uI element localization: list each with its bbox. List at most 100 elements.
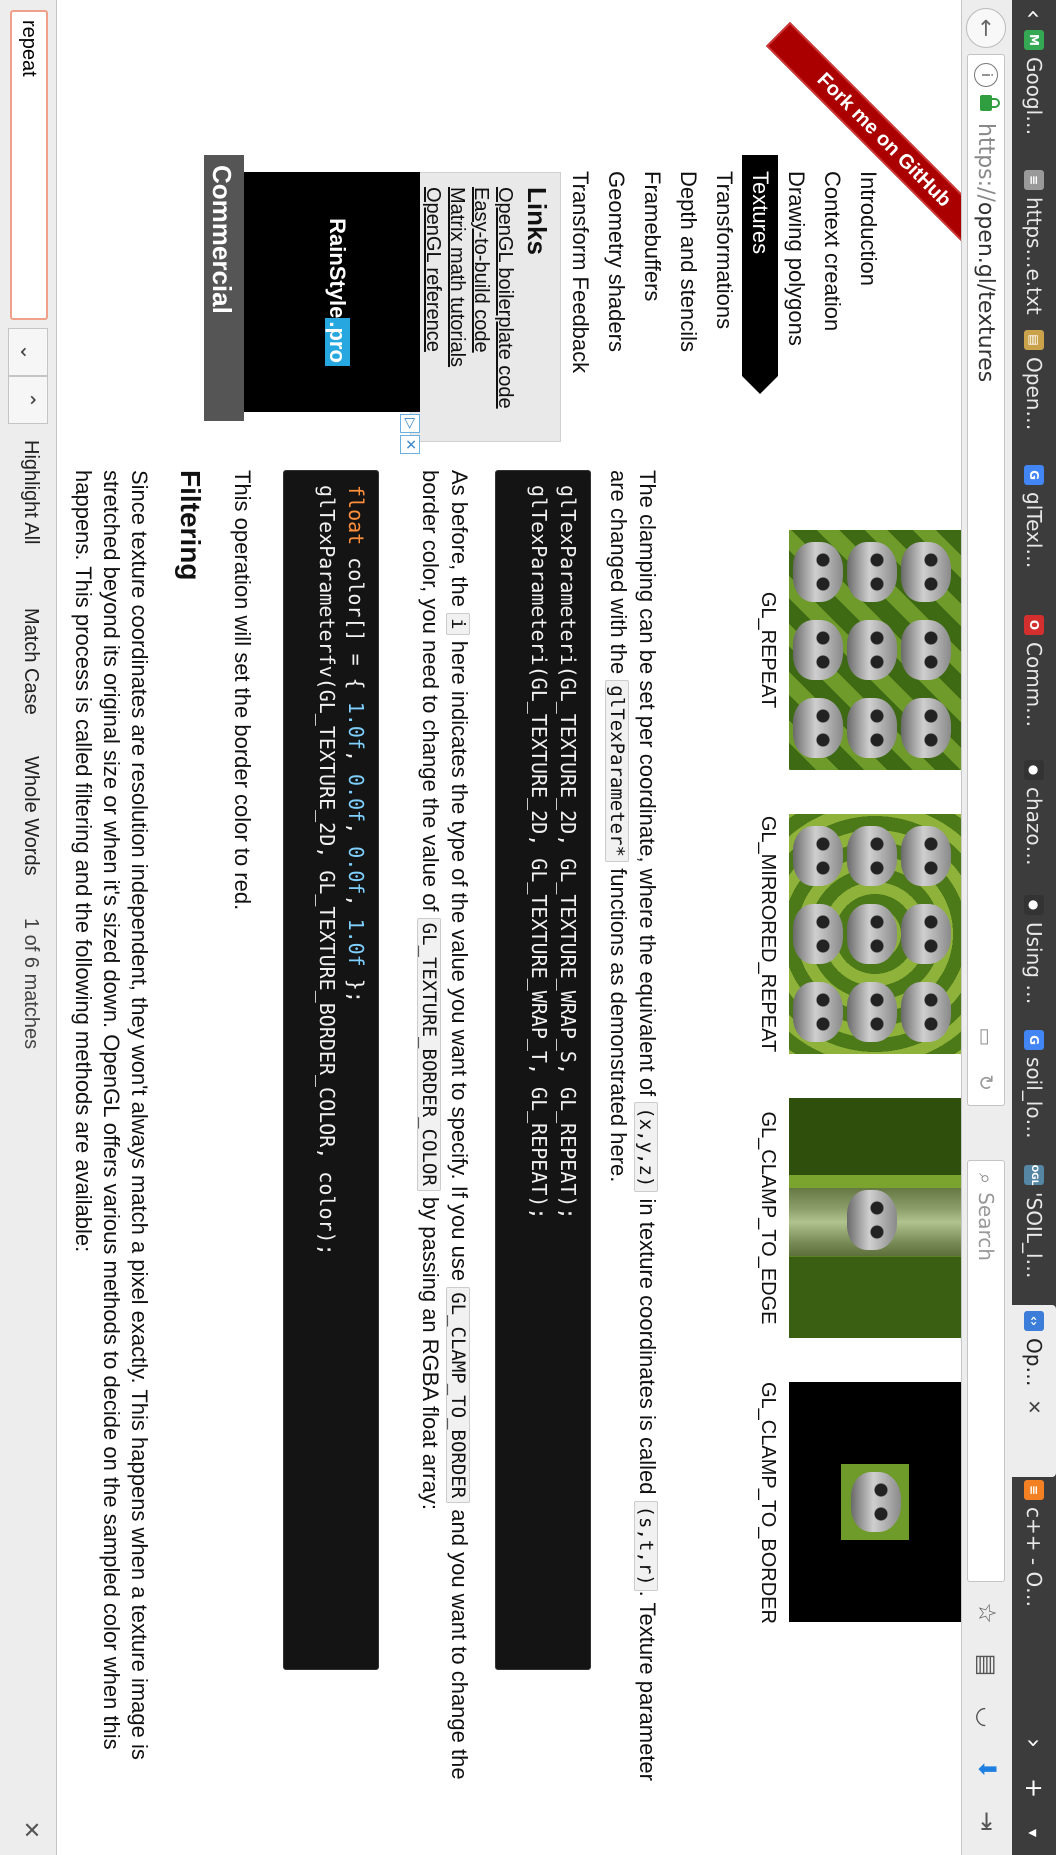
code-line: glTexParameteri(GL_TEXTURE_2D, GL_TEXTUR… bbox=[556, 485, 580, 1220]
sidebar-item-drawing-polygons[interactable]: Drawing polygons bbox=[778, 155, 814, 485]
tab-label: Op… bbox=[1022, 1338, 1046, 1387]
link-easy-to-build[interactable]: Easy-to-build code bbox=[469, 187, 493, 427]
tab-5[interactable]: ● chazo… bbox=[1012, 760, 1056, 880]
document-icon: ≡ bbox=[1024, 170, 1044, 190]
tab-9-active[interactable]: ‹› Op… ✕ bbox=[1012, 1305, 1056, 1477]
google-maps-icon: M bbox=[1024, 30, 1044, 50]
google-icon: G bbox=[1024, 465, 1044, 485]
tab-1[interactable]: ≡ https…e.txt bbox=[1012, 170, 1056, 320]
github-icon: ● bbox=[1024, 895, 1044, 915]
web-page: Fork me on GitHub Introduction Context c… bbox=[57, 0, 961, 1855]
link-matrix-math[interactable]: Matrix math tutorials bbox=[445, 187, 469, 427]
sidebar-item-textures[interactable]: Textures bbox=[742, 155, 778, 376]
reading-list-icon[interactable]: ▤ bbox=[973, 1652, 1001, 1678]
tab-scroll-left-icon[interactable]: ‹ bbox=[1012, 0, 1056, 28]
new-tab-plus-icon[interactable]: + bbox=[1012, 1770, 1056, 1806]
heading-filtering: Filtering bbox=[175, 470, 206, 581]
home-icon[interactable]: ⇥ bbox=[973, 1808, 1001, 1834]
ad-label: RainStyle.pro bbox=[324, 172, 350, 412]
texture-image-mirrored bbox=[789, 814, 961, 1054]
tab-4[interactable]: O Comm… bbox=[1012, 615, 1056, 745]
close-icon[interactable]: ✕ bbox=[1024, 1399, 1045, 1414]
code-line: glTexParameteri(GL_TEXTURE_2D, GL_TEXTUR… bbox=[527, 485, 551, 1220]
bookmark-star-icon[interactable]: ☆ bbox=[973, 1600, 1001, 1626]
tab-0[interactable]: M Googl… bbox=[1012, 30, 1056, 160]
whole-words-checkbox[interactable]: Whole Words bbox=[19, 756, 42, 876]
links-title: Links bbox=[522, 187, 552, 255]
find-next-chevron-down-icon[interactable]: ⌄ bbox=[8, 328, 48, 376]
inline-code-gltexparameter: glTexParameter* bbox=[605, 680, 629, 862]
sidebar-item-introduction[interactable]: Introduction bbox=[850, 155, 886, 485]
paragraph-border-color: As before, the i here indicates the type… bbox=[417, 470, 472, 1780]
match-case-checkbox[interactable]: Match Case bbox=[19, 608, 42, 715]
tab-10[interactable]: ≡ c++ - O… bbox=[1012, 1480, 1056, 1620]
tab-label: soil_lo… bbox=[1022, 1057, 1046, 1139]
github-icon: ● bbox=[1024, 760, 1044, 780]
inline-code-border-color: GL_TEXTURE_BORDER_COLOR bbox=[417, 917, 441, 1191]
close-ad-icon[interactable]: ✕ bbox=[400, 435, 420, 454]
pocket-icon[interactable]: ◡ bbox=[973, 1704, 1001, 1730]
caption-gl-mirrored-repeat: GL_MIRRORED_REPEAT bbox=[757, 815, 779, 1053]
sidebar-item-transformations[interactable]: Transformations bbox=[706, 155, 742, 485]
reload-icon[interactable]: ↻ bbox=[974, 1074, 998, 1091]
inline-code-clamp-to-border: GL_CLAMP_TO_BORDER bbox=[446, 1287, 470, 1504]
sidebar-item-depth-and-stencils[interactable]: Depth and stencils bbox=[670, 155, 706, 485]
url-text: https://open.gl/textures bbox=[973, 123, 999, 383]
tab-3[interactable]: G glTexl… bbox=[1012, 465, 1056, 595]
caption-gl-clamp-to-edge: GL_CLAMP_TO_EDGE bbox=[757, 1111, 779, 1325]
advertisement[interactable]: RainStyle.pro ▷ ✕ bbox=[244, 172, 420, 454]
match-count: 1 of 6 matches bbox=[20, 918, 42, 1050]
download-arrow-icon[interactable]: ⬇ bbox=[973, 1756, 1001, 1782]
back-arrow-icon[interactable]: ← bbox=[966, 8, 1006, 48]
tab-8[interactable]: OGL 'SOIL_l… bbox=[1012, 1165, 1056, 1295]
tab-list-chevron-down-icon[interactable]: ▾ bbox=[1012, 1815, 1056, 1851]
demo-gl-clamp-to-edge: GL_CLAMP_TO_EDGE bbox=[756, 1098, 961, 1338]
tab-label: Using … bbox=[1022, 922, 1046, 1005]
texture-image-clamp-border bbox=[789, 1382, 961, 1622]
adchoices-icon[interactable]: ▷ bbox=[400, 414, 420, 433]
paragraph-filtering: Since texture coordinates are resolution… bbox=[71, 470, 152, 1760]
find-bar: repeat ⌄ ⌃ Highlight All Match Case Whol… bbox=[0, 0, 57, 1855]
demo-gl-repeat: GL_REPEAT bbox=[756, 530, 961, 770]
paragraph-clamping: The clamping can be set per coordinate, … bbox=[605, 470, 660, 1781]
find-previous-chevron-up-icon[interactable]: ⌃ bbox=[8, 376, 48, 424]
navigation-bar: ← i https://open.gl/textures ▭ ↻ ⌕ Searc… bbox=[961, 0, 1012, 1855]
inline-code-i: i bbox=[446, 613, 470, 635]
search-bar[interactable]: ⌕ Search bbox=[967, 1160, 1005, 1582]
lock-icon bbox=[980, 95, 992, 111]
tab-label: Open… bbox=[1022, 357, 1046, 431]
opengl-icon: OGL bbox=[1024, 1165, 1044, 1185]
open-gl-icon: ‹› bbox=[1024, 1311, 1044, 1331]
google-icon: G bbox=[1024, 1030, 1044, 1050]
tab-6[interactable]: ● Using … bbox=[1012, 895, 1056, 1015]
find-input[interactable]: repeat bbox=[10, 10, 48, 320]
code-line: glTexParameterfv(GL_TEXTURE_2D, GL_TEXTU… bbox=[315, 485, 339, 1256]
sidebar-item-context-creation[interactable]: Context creation bbox=[814, 155, 850, 485]
tab-label: https…e.txt bbox=[1022, 197, 1046, 315]
paragraph-border-red: This operation will set the border color… bbox=[230, 470, 255, 911]
sidebar-item-geometry-shaders[interactable]: Geometry shaders bbox=[598, 155, 634, 485]
opera-icon: O bbox=[1024, 615, 1044, 635]
browser-window: ‹ M Googl… ≡ https…e.txt ▤ Open… G glTex… bbox=[0, 0, 1056, 1855]
url-bar[interactable]: i https://open.gl/textures ▭ ↻ bbox=[967, 54, 1005, 1106]
sidebar-item-transform-feedback[interactable]: Transform Feedback bbox=[562, 155, 598, 485]
tab-2[interactable]: ▤ Open… bbox=[1012, 330, 1056, 450]
highlight-all-checkbox[interactable]: Highlight All bbox=[19, 440, 42, 545]
code-block-wrap-params: glTexParameteri(GL_TEXTURE_2D, GL_TEXTUR… bbox=[495, 470, 591, 1670]
reader-view-icon[interactable]: ▭ bbox=[974, 1027, 998, 1046]
link-opengl-reference[interactable]: OpenGL reference bbox=[421, 187, 445, 427]
code-line: float color[] = { 1.0f, 0.0f, 0.0f, 1.0f… bbox=[344, 485, 368, 1003]
link-opengl-boilerplate[interactable]: OpenGL boilerplate code bbox=[493, 187, 517, 427]
wrap-mode-demos: GL_REPEAT GL_MIRRORED_REPEAT GL_CLAMP_TO… bbox=[757, 470, 961, 1800]
tab-scroll-right-icon[interactable]: › bbox=[1012, 1725, 1056, 1761]
close-find-bar-icon[interactable]: ✕ bbox=[18, 1821, 44, 1839]
tab-7[interactable]: G soil_lo… bbox=[1012, 1030, 1056, 1150]
info-icon[interactable]: i bbox=[974, 63, 998, 87]
sidebar-item-framebuffers[interactable]: Framebuffers bbox=[634, 155, 670, 485]
adchoices: ▷ ✕ bbox=[400, 414, 420, 454]
stackoverflow-icon: ≡ bbox=[1024, 1480, 1044, 1500]
caption-gl-repeat: GL_REPEAT bbox=[757, 591, 779, 709]
commercial-heading: Commercial bbox=[204, 155, 244, 421]
demo-gl-mirrored-repeat: GL_MIRRORED_REPEAT bbox=[756, 814, 961, 1054]
code-block-border-color: float color[] = { 1.0f, 0.0f, 0.0f, 1.0f… bbox=[283, 470, 379, 1670]
